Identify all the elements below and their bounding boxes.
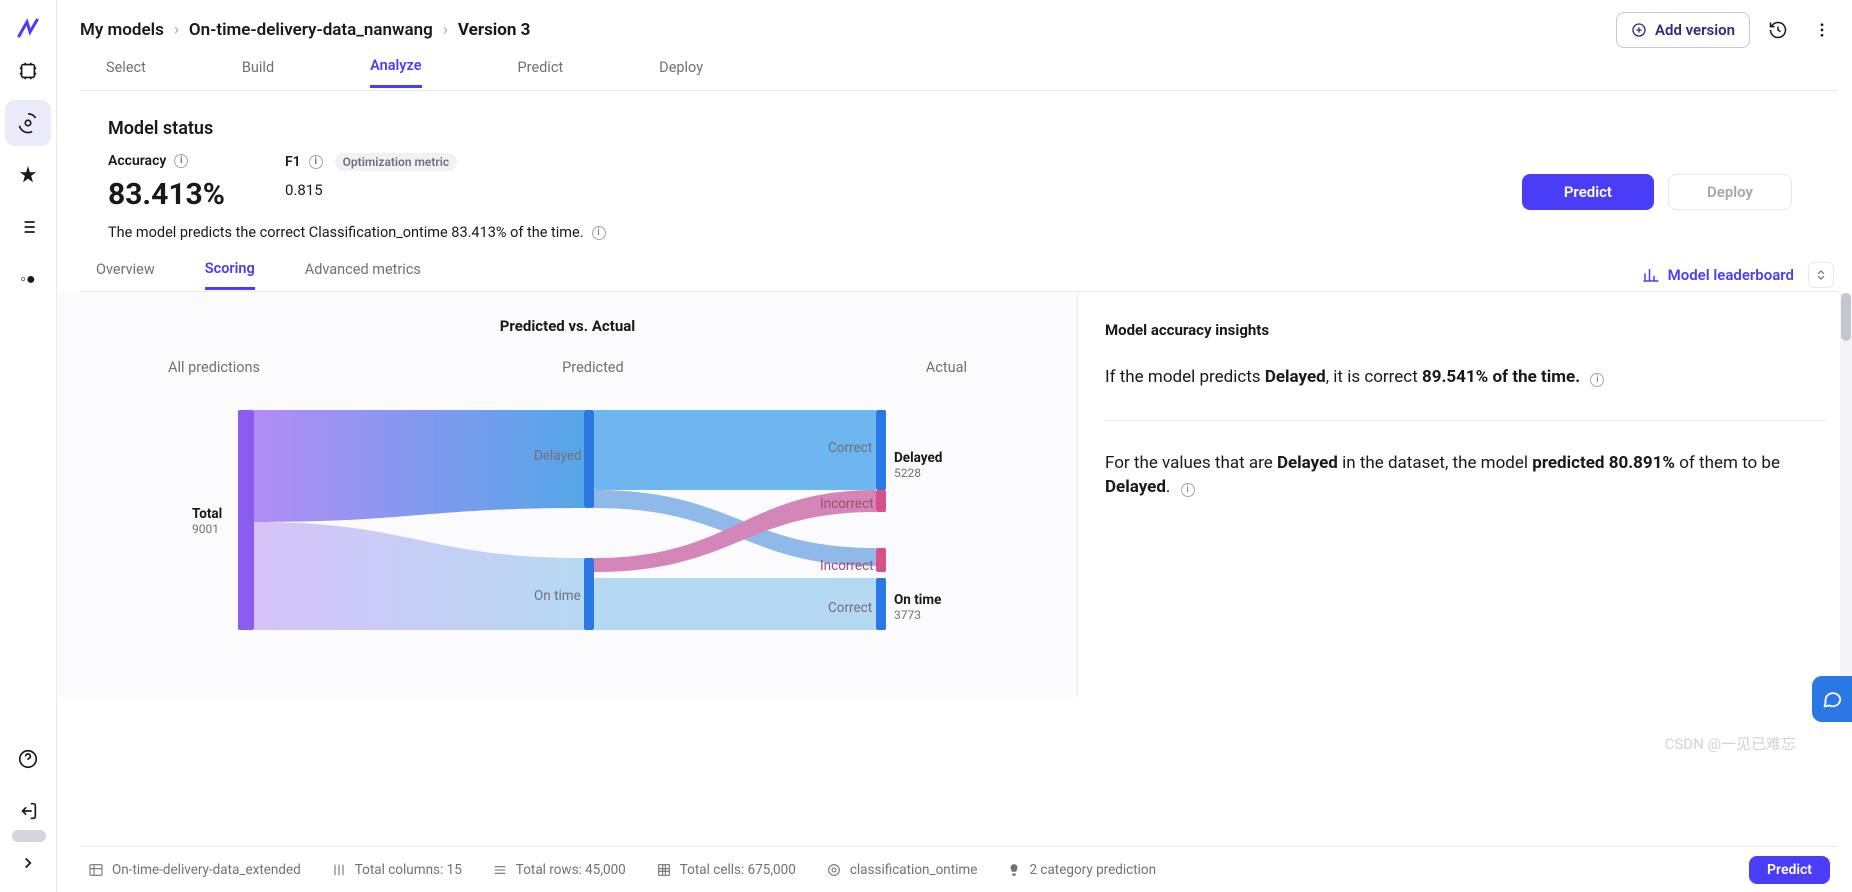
sankey-pred-ontime: On time <box>534 588 581 604</box>
sankey-final-ontime: On time <box>894 592 941 608</box>
watermark-text: CSDN @一见已难忘 <box>1665 733 1796 754</box>
sankey-total-count: 9001 <box>192 522 219 536</box>
insight-card-2: For the values that are Delayed in the d… <box>1105 451 1826 530</box>
sankey-act-correct-2: Correct <box>828 600 872 616</box>
breadcrumb-root[interactable]: My models <box>80 20 164 40</box>
info-icon[interactable]: i <box>1590 373 1604 387</box>
nav-models-icon[interactable] <box>5 48 51 94</box>
status-description: The model predicts the correct Classific… <box>108 224 584 241</box>
sankey-final-delayed-n: 5228 <box>894 466 921 480</box>
chevron-right-icon: › <box>174 20 179 40</box>
bb-dataset: On-time-delivery-data_extended <box>88 862 301 878</box>
bottom-bar: On-time-delivery-data_extended Total col… <box>80 846 1838 892</box>
more-menu-icon[interactable] <box>1806 14 1838 46</box>
nav-current-model-icon[interactable] <box>5 100 51 146</box>
model-status-title: Model status <box>108 118 1792 139</box>
accuracy-label: Accuracy <box>108 153 166 169</box>
sidebar-expand-icon[interactable] <box>5 840 51 886</box>
info-icon[interactable]: i <box>592 226 606 240</box>
bb-columns: Total columns: 15 <box>331 862 462 878</box>
nav-more-icon[interactable]: ◦● <box>5 256 51 302</box>
app-logo <box>14 14 42 42</box>
nav-star-icon[interactable] <box>5 152 51 198</box>
model-status: Model status Accuracy i 83.413% F1 i Opt… <box>108 118 1792 241</box>
nav-logout-icon[interactable] <box>5 788 51 834</box>
nav-help-icon[interactable] <box>5 736 51 782</box>
sankey-act-correct-1: Correct <box>828 440 872 456</box>
step-analyze[interactable]: Analyze <box>370 57 421 88</box>
chart-col-allpred: All predictions <box>168 359 260 376</box>
step-build[interactable]: Build <box>242 59 274 87</box>
chevron-right-icon: › <box>443 20 448 40</box>
breadcrumb-project[interactable]: On-time-delivery-data_nanwang <box>189 20 433 40</box>
add-version-label: Add version <box>1655 21 1735 39</box>
bb-prediction: 2 category prediction <box>1007 862 1156 878</box>
deploy-button: Deploy <box>1668 174 1792 210</box>
sankey-act-incorrect-2: Incorrect <box>820 558 874 574</box>
accuracy-value: 83.413% <box>108 177 225 212</box>
chart-title: Predicted vs. Actual <box>98 317 1037 335</box>
scrollbar[interactable] <box>1840 293 1852 697</box>
f1-label: F1 <box>285 154 301 170</box>
bb-target: classification_ontime <box>826 862 978 878</box>
breadcrumb-version: Version 3 <box>458 20 530 40</box>
add-version-button[interactable]: Add version <box>1616 12 1750 48</box>
insights-panel: Model accuracy insights If the model pre… <box>1079 293 1836 697</box>
sankey-total-label: Total <box>192 506 222 522</box>
model-leaderboard-link[interactable]: Model leaderboard <box>1642 266 1794 284</box>
chat-icon[interactable] <box>1812 676 1852 722</box>
info-icon[interactable]: i <box>174 154 188 168</box>
sankey-pred-delayed: Delayed <box>534 448 582 464</box>
chart-panel: Predicted vs. Actual All predictions Pre… <box>58 293 1078 697</box>
sankey-final-ontime-n: 3773 <box>894 608 921 622</box>
top-row: My models › On-time-delivery-data_nanwan… <box>80 10 1838 50</box>
bb-cells: Total cells: 675,000 <box>656 862 796 878</box>
chart-col-actual: Actual <box>926 359 967 376</box>
chart-col-predicted: Predicted <box>562 359 624 376</box>
info-icon[interactable]: i <box>1181 483 1195 497</box>
subtabs: Overview Scoring Advanced metrics Model … <box>80 258 1838 292</box>
history-icon[interactable] <box>1762 14 1794 46</box>
sankey-chart: Total 9001 Delayed On time <box>238 410 998 670</box>
nav-list-icon[interactable] <box>5 204 51 250</box>
subtab-overview[interactable]: Overview <box>96 261 155 288</box>
step-predict[interactable]: Predict <box>518 59 564 87</box>
predict-button[interactable]: Predict <box>1522 174 1654 210</box>
scrollbar-thumb[interactable] <box>1841 293 1851 341</box>
sankey-final-delayed: Delayed <box>894 450 942 466</box>
bb-rows: Total rows: 45,000 <box>492 862 626 878</box>
subtab-scoring[interactable]: Scoring <box>205 260 255 290</box>
sidebar: ◦● <box>0 0 57 892</box>
info-icon[interactable]: i <box>309 155 323 169</box>
steps-tabbar: Select Build Analyze Predict Deploy <box>80 55 1838 91</box>
optimization-metric-badge: Optimization metric <box>335 153 457 171</box>
bottom-predict-button[interactable]: Predict <box>1749 856 1830 884</box>
subtab-advanced[interactable]: Advanced metrics <box>305 261 421 288</box>
step-deploy[interactable]: Deploy <box>659 59 703 87</box>
step-select[interactable]: Select <box>106 59 146 87</box>
f1-value: 0.815 <box>285 181 457 199</box>
model-leaderboard-label: Model leaderboard <box>1668 266 1794 284</box>
collapse-icon[interactable] <box>1808 262 1834 288</box>
insight-card-1: If the model predicts Delayed, it is cor… <box>1105 365 1826 421</box>
insights-title: Model accuracy insights <box>1105 321 1826 339</box>
status-separator <box>12 830 46 842</box>
sankey-act-incorrect-1: Incorrect <box>820 496 874 512</box>
